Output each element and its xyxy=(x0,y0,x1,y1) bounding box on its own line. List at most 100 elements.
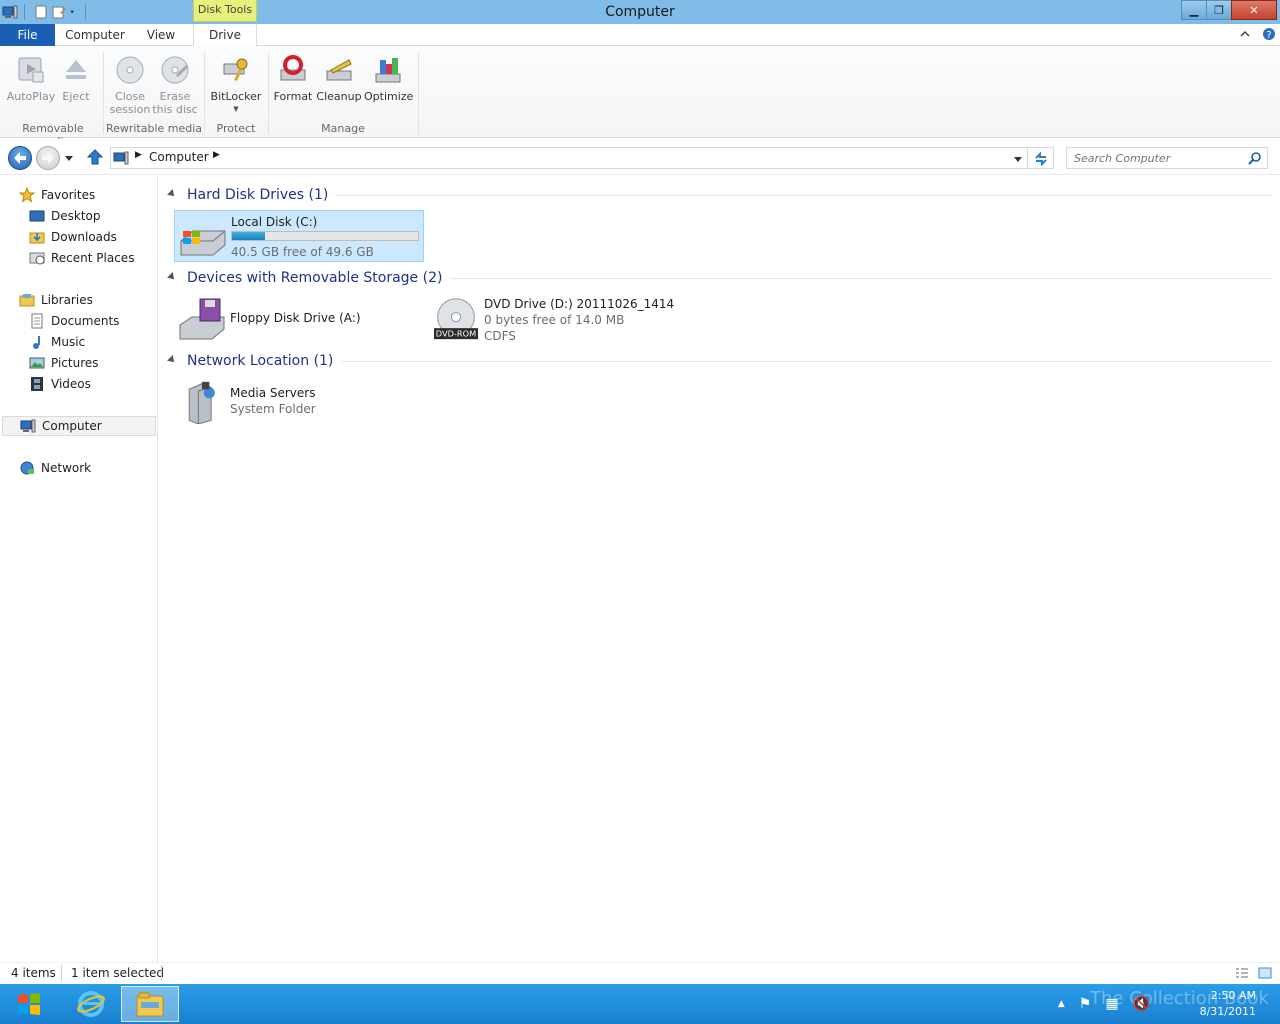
drive-tile-local-disk-c[interactable]: Local Disk (C:) 40.5 GB free of 49.6 GB xyxy=(174,210,424,262)
minimize-button[interactable]: ▁ xyxy=(1181,0,1207,20)
close-button[interactable]: ✕ xyxy=(1231,0,1277,20)
cleanup-button[interactable]: Cleanup xyxy=(316,52,362,103)
network-tile-media-servers[interactable]: Media Servers System Folder xyxy=(174,376,424,428)
media-server-icon xyxy=(188,381,215,424)
nav-item-favorites[interactable]: Favorites xyxy=(19,185,95,205)
window-controls: ▁ ❐ ✕ xyxy=(1181,0,1277,20)
hard-drive-windows-icon xyxy=(180,230,226,256)
action-center-flag-icon[interactable]: ⚑ xyxy=(1079,996,1092,1012)
address-bar[interactable]: ▶ Computer ▶ xyxy=(110,147,1028,169)
navigation-bar: ▶ Computer ▶ xyxy=(0,139,1280,175)
floppy-drive-icon xyxy=(179,298,225,340)
network-status-icon[interactable]: ▦ xyxy=(1105,996,1118,1012)
arrow-right-icon xyxy=(42,152,54,164)
taskbar-internet-explorer[interactable] xyxy=(62,986,120,1022)
item-name: Media Servers xyxy=(230,386,316,400)
taskbar-file-explorer[interactable] xyxy=(121,986,179,1022)
system-tray: ▲ ⚑ ▦ 🔇 xyxy=(1058,984,1150,1024)
breadcrumb-chevron-icon[interactable]: ▶ xyxy=(135,150,142,160)
tab-computer[interactable]: Computer xyxy=(60,24,130,46)
ribbon: AutoPlay Eject Removable media Close ses… xyxy=(0,46,1280,148)
computer-icon[interactable] xyxy=(2,4,18,20)
drive-name: Floppy Disk Drive (A:) xyxy=(230,311,361,325)
music-note-icon xyxy=(33,336,40,349)
group-label-manage: Manage xyxy=(321,122,365,135)
erase-disc-button[interactable]: Erase this disc xyxy=(152,52,198,116)
nav-item-documents[interactable]: Documents xyxy=(29,311,119,331)
nav-item-network[interactable]: Network xyxy=(19,458,91,478)
optimize-button[interactable]: Optimize xyxy=(364,52,414,103)
nav-item-computer[interactable]: Computer xyxy=(2,416,156,436)
drive-filesystem: CDFS xyxy=(484,329,516,343)
nav-item-recent-places[interactable]: Recent Places xyxy=(29,248,134,268)
breadcrumb-computer[interactable]: Computer xyxy=(149,150,209,164)
close-icon: ✕ xyxy=(1249,3,1259,17)
drive-tile-dvd-d[interactable]: DVD-ROM DVD Drive (D:) 20111026_1414 0 b… xyxy=(428,293,678,345)
close-session-label-2: session xyxy=(109,103,151,116)
collapse-triangle-icon[interactable] xyxy=(167,272,177,282)
address-dropdown-icon[interactable] xyxy=(1013,154,1023,164)
collapse-triangle-icon[interactable] xyxy=(167,189,177,199)
video-film-icon xyxy=(31,377,43,391)
group-header-hard-disk-drives[interactable]: Hard Disk Drives (1) xyxy=(167,185,1272,205)
search-input[interactable] xyxy=(1067,148,1237,168)
properties-icon[interactable] xyxy=(33,4,49,20)
group-divider xyxy=(341,360,1272,362)
bitlocker-button[interactable]: BitLocker ▼ xyxy=(208,52,264,116)
autoplay-icon xyxy=(18,57,44,83)
eject-button[interactable]: Eject xyxy=(60,52,92,103)
clock[interactable]: 2:50 AM 8/31/2011 xyxy=(1200,988,1256,1020)
maximize-button[interactable]: ❐ xyxy=(1206,0,1232,20)
nav-item-pictures[interactable]: Pictures xyxy=(29,353,99,373)
show-hidden-icons-icon[interactable]: ▲ xyxy=(1058,999,1065,1009)
erase-label-2: this disc xyxy=(152,103,198,116)
refresh-button[interactable] xyxy=(1028,147,1054,169)
taskbar: The Collection Book ▲ ⚑ ▦ 🔇 2:50 AM 8/31… xyxy=(0,984,1280,1024)
forward-button[interactable] xyxy=(36,146,60,170)
ribbon-tab-row: File Computer View Drive ? xyxy=(0,24,1280,47)
back-button[interactable] xyxy=(8,146,32,170)
up-arrow-icon[interactable] xyxy=(86,148,104,166)
chevron-down-icon[interactable] xyxy=(69,4,79,20)
new-folder-icon[interactable] xyxy=(51,4,67,20)
group-header-network-location[interactable]: Network Location (1) xyxy=(167,351,1272,371)
minimize-ribbon-icon[interactable] xyxy=(1238,27,1252,41)
computer-icon xyxy=(113,151,129,165)
tab-file[interactable]: File xyxy=(0,24,55,46)
group-separator xyxy=(418,52,419,134)
recent-locations-dropdown-icon[interactable] xyxy=(64,153,74,163)
start-button[interactable] xyxy=(0,986,58,1022)
clock-date: 8/31/2011 xyxy=(1199,1005,1256,1018)
nav-item-libraries[interactable]: Libraries xyxy=(19,290,93,310)
drive-tile-floppy-a[interactable]: Floppy Disk Drive (A:) xyxy=(174,293,424,345)
large-icons-view-icon[interactable] xyxy=(1258,967,1272,979)
minimize-icon: ▁ xyxy=(1189,3,1199,17)
breadcrumb-chevron-icon[interactable]: ▶ xyxy=(213,150,220,160)
tab-view[interactable]: View xyxy=(134,24,188,46)
desktop-icon xyxy=(29,210,45,222)
nav-item-downloads[interactable]: Downloads xyxy=(29,227,117,247)
autoplay-button[interactable]: AutoPlay xyxy=(6,52,56,103)
content-pane: Hard Disk Drives (1) Local Disk (C:) 40.… xyxy=(160,176,1280,962)
window-title: Computer xyxy=(605,4,675,20)
documents-icon xyxy=(31,313,43,329)
nav-item-videos[interactable]: Videos xyxy=(29,374,91,394)
volume-muted-icon[interactable]: 🔇 xyxy=(1133,996,1150,1012)
close-session-button[interactable]: Close session xyxy=(108,52,152,116)
group-divider xyxy=(450,277,1272,279)
search-box xyxy=(1066,147,1268,169)
tab-drive[interactable]: Drive xyxy=(193,24,257,47)
search-icon[interactable] xyxy=(1248,151,1262,165)
details-view-icon[interactable] xyxy=(1235,967,1249,979)
help-icon[interactable]: ? xyxy=(1262,27,1276,41)
collapse-triangle-icon[interactable] xyxy=(167,355,177,365)
nav-item-music[interactable]: Music xyxy=(29,332,85,352)
eject-icon xyxy=(66,60,86,79)
group-header-removable-storage[interactable]: Devices with Removable Storage (2) xyxy=(167,268,1272,288)
item-type: System Folder xyxy=(230,402,316,416)
group-divider xyxy=(336,194,1272,196)
format-button[interactable]: Format xyxy=(272,52,314,103)
optimize-label: Optimize xyxy=(364,90,414,103)
nav-item-desktop[interactable]: Desktop xyxy=(29,206,101,226)
restore-icon: ❐ xyxy=(1214,3,1224,17)
